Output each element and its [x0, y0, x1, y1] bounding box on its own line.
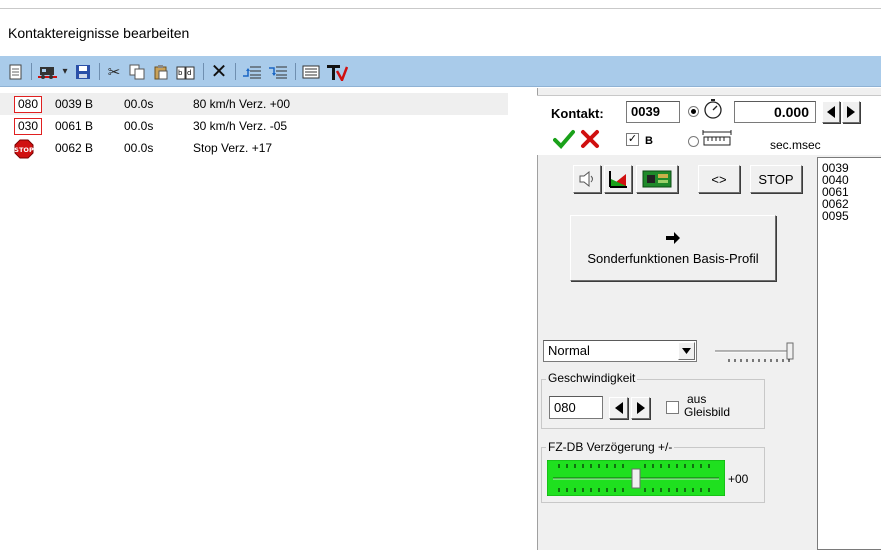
speed-input[interactable]: 080: [549, 396, 603, 419]
event-description: 80 km/h Verz. +00: [193, 97, 291, 111]
toolbar-separator: [99, 63, 100, 80]
new-document-icon[interactable]: [6, 62, 26, 81]
save-icon[interactable]: [72, 62, 94, 81]
window-title: Kontaktereignisse bearbeiten: [8, 25, 190, 41]
event-contact: 0062 B: [55, 141, 94, 155]
toolbar: ▾ ✂ bd ✕: [0, 56, 881, 87]
delete-icon[interactable]: ✕: [208, 61, 230, 83]
track-plan-checkbox[interactable]: [666, 401, 679, 414]
toolbar-separator: [235, 63, 236, 80]
chevron-down-icon[interactable]: [678, 342, 695, 360]
contact-input[interactable]: 0039: [626, 101, 680, 123]
decoder-chip-icon: [642, 170, 672, 188]
special-functions-label: Sonderfunktionen Basis-Profil: [587, 250, 759, 266]
speed-decrement-button[interactable]: [609, 397, 628, 419]
b-label: B: [645, 135, 653, 147]
contact-time-radio[interactable]: [688, 106, 699, 117]
special-functions-button[interactable]: Sonderfunktionen Basis-Profil: [570, 215, 776, 281]
b-checkbox[interactable]: ✓: [626, 133, 639, 146]
event-contact: 0039 B: [55, 97, 94, 111]
swap-button[interactable]: <>: [698, 165, 740, 193]
list-item[interactable]: STOP 0062 B 00.0s Stop Verz. +17: [0, 137, 508, 159]
cut-icon[interactable]: ✂: [104, 62, 124, 81]
toolbar-separator: [295, 63, 296, 80]
svg-text:b: b: [178, 69, 183, 77]
stopwatch-icon: [704, 99, 722, 119]
decoder-button[interactable]: [636, 165, 678, 193]
event-contact: 0061 B: [55, 119, 94, 133]
delay-group-label: FZ-DB Verzögerung +/-: [546, 440, 675, 454]
sound-button[interactable]: [573, 165, 601, 193]
ruler-icon: [702, 130, 732, 146]
stop-button[interactable]: STOP: [750, 165, 802, 193]
mode-select-value: Normal: [548, 343, 590, 358]
contact-label: Kontakt:: [551, 106, 604, 121]
track-plan-label-2: Gleisbild: [684, 405, 731, 419]
train-icon[interactable]: [36, 62, 60, 81]
speed-profile-button[interactable]: [604, 165, 632, 193]
list-item[interactable]: 030 0061 B 00.0s 30 km/h Verz. -05: [0, 115, 508, 137]
paste-icon[interactable]: [150, 62, 172, 81]
toolbar-separator: [203, 63, 204, 80]
insert-after-icon[interactable]: [266, 62, 290, 81]
delay-value-label: +00: [728, 472, 749, 486]
arrow-left-icon: [827, 106, 835, 118]
event-time: 00.0s: [124, 141, 154, 155]
contacts-list[interactable]: 0039 0040 0061 0062 0095: [817, 157, 881, 550]
speed-increment-button[interactable]: [631, 397, 650, 419]
time-input[interactable]: 0.000: [734, 101, 816, 123]
time-increment-button[interactable]: [842, 101, 860, 123]
text-tool-icon[interactable]: [325, 62, 349, 81]
list-view-icon[interactable]: [300, 62, 322, 81]
contact-distance-radio[interactable]: [688, 136, 699, 147]
event-description: Stop Verz. +17: [193, 141, 273, 155]
speed-group-label: Geschwindigkeit: [546, 371, 638, 385]
toolbar-separator: [31, 63, 32, 80]
divider: [0, 8, 881, 9]
list-item[interactable]: 0095: [822, 210, 849, 222]
copy-icon[interactable]: [126, 62, 148, 81]
mode-select[interactable]: Normal: [543, 340, 697, 362]
time-decrement-button[interactable]: [822, 101, 840, 123]
insert-before-icon[interactable]: [240, 62, 264, 81]
arrow-left-icon: [614, 402, 623, 414]
event-time: 00.0s: [124, 97, 154, 111]
svg-text:STOP: STOP: [14, 146, 34, 154]
event-description: 30 km/h Verz. -05: [193, 119, 288, 133]
delay-slider-thumb[interactable]: [631, 468, 641, 489]
list-item[interactable]: 080 0039 B 00.0s 80 km/h Verz. +00: [0, 93, 508, 115]
speed-ramp-icon: [609, 171, 627, 188]
speaker-icon: [579, 171, 593, 187]
arrow-right-icon: [847, 106, 855, 118]
speed-badge: 030: [14, 118, 42, 135]
speed-badge: 080: [14, 96, 42, 113]
dropdown-arrow-icon[interactable]: ▾: [60, 62, 70, 81]
time-unit-label: sec.msec: [770, 138, 821, 152]
arrow-right-icon: [636, 402, 645, 414]
cancel-icon[interactable]: [580, 129, 600, 149]
stop-sign-icon: STOP: [14, 139, 34, 159]
arrow-right-icon: [666, 231, 680, 244]
svg-text:d: d: [187, 69, 191, 77]
event-time: 00.0s: [124, 119, 154, 133]
paste-special-icon[interactable]: bd: [174, 62, 198, 81]
mode-slider[interactable]: [713, 340, 795, 364]
confirm-icon[interactable]: [553, 129, 575, 149]
delay-slider[interactable]: [547, 460, 725, 496]
event-list[interactable]: 080 0039 B 00.0s 80 km/h Verz. +00 030 0…: [0, 88, 530, 550]
